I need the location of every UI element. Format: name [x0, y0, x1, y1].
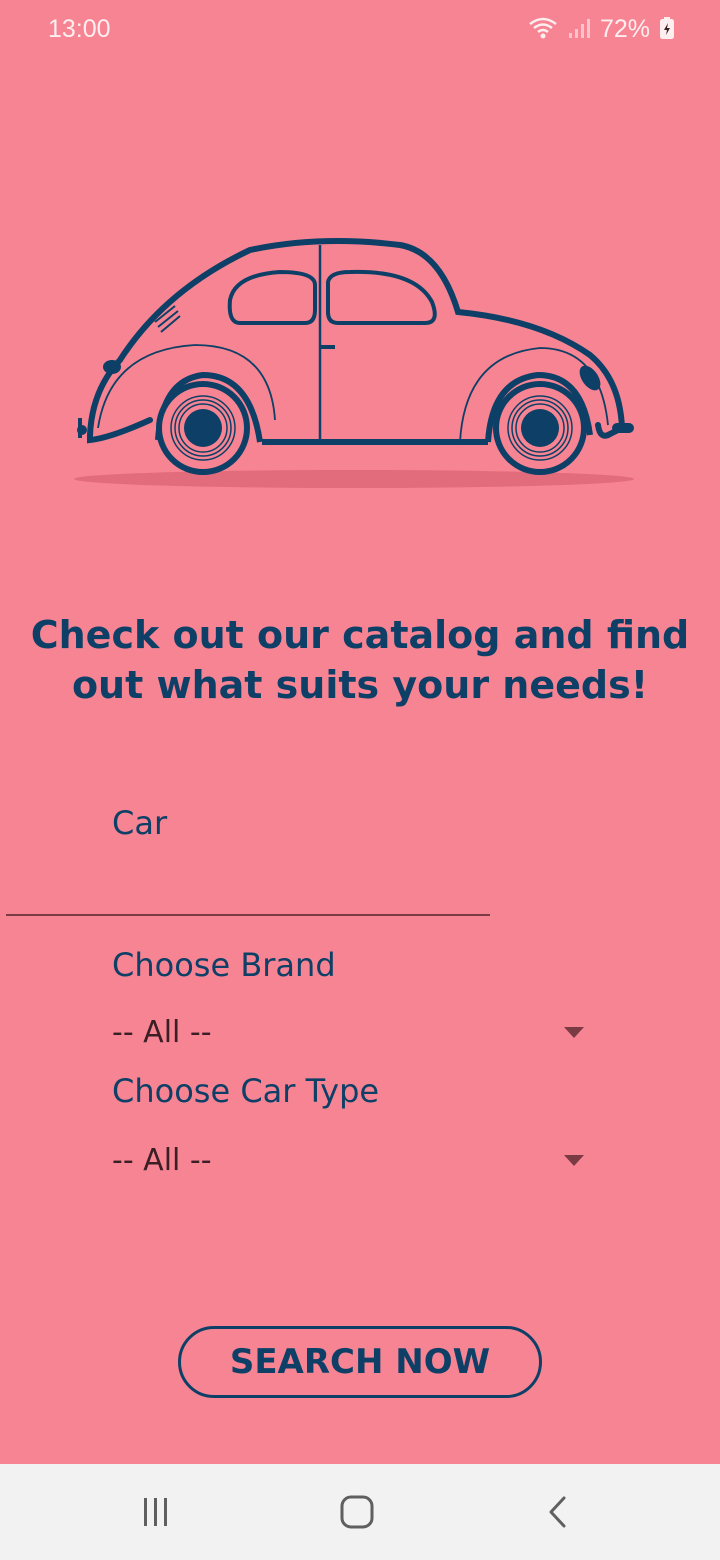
status-time: 13:00: [48, 15, 111, 43]
brand-selected-value: -- All --: [112, 1014, 212, 1050]
car-type-select[interactable]: -- All --: [112, 1134, 592, 1186]
battery-charging-icon: [660, 16, 674, 43]
status-icons: 72%: [528, 15, 674, 44]
search-now-button[interactable]: SEARCH NOW: [178, 1326, 542, 1398]
chevron-down-icon: [564, 1026, 584, 1038]
car-type-selected-value: -- All --: [112, 1142, 212, 1178]
back-icon[interactable]: [535, 1488, 583, 1536]
brand-label: Choose Brand: [112, 946, 336, 984]
car-input[interactable]: [6, 850, 490, 916]
car-illustration: [70, 230, 640, 500]
headline-line-1: Check out our catalog and find: [30, 613, 690, 657]
headline-line-2: out what suits your needs!: [71, 663, 649, 707]
car-label: Car: [112, 804, 168, 842]
car-type-label: Choose Car Type: [112, 1072, 380, 1110]
recents-icon[interactable]: [132, 1488, 180, 1536]
headline: Check out our catalog and find out what …: [0, 610, 720, 710]
home-icon[interactable]: [333, 1488, 381, 1536]
signal-icon: [568, 17, 590, 43]
battery-percentage: 72%: [599, 15, 650, 43]
chevron-down-icon: [564, 1154, 584, 1166]
wifi-icon: [528, 16, 558, 44]
navigation-bar: [0, 1464, 720, 1560]
brand-select[interactable]: -- All --: [112, 1006, 592, 1058]
status-bar: 13:00 72%: [0, 0, 720, 60]
